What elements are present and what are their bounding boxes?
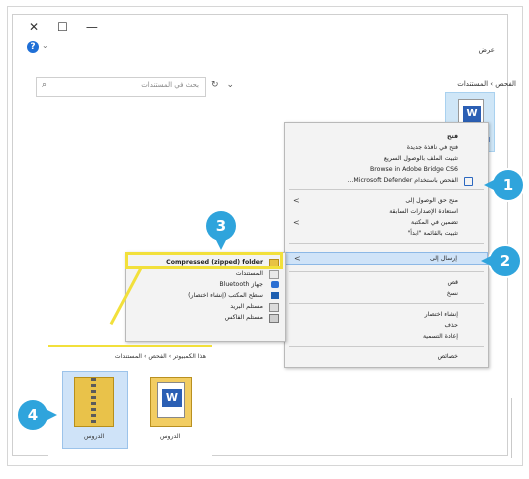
menu-divider (289, 271, 484, 272)
breadcrumb[interactable]: الفحص › المستندات (457, 80, 516, 88)
send-to-fax-recipient[interactable]: مستلم الفاكس (126, 312, 285, 323)
minimize-icon[interactable]: — (86, 19, 98, 35)
ctx-create-shortcut[interactable]: إنشاء اختصار (285, 309, 488, 320)
tab-view[interactable]: عرض (478, 46, 495, 54)
explorer-result-panel: هذا الكمبيوتر › الفحص › المستندات الدروس… (48, 347, 212, 463)
step-badge-4: 4 (18, 400, 57, 430)
search-icon: ⌕ (42, 80, 48, 90)
address-row: ⌕ بحث في المستندات ↻ ⌄ الفحص › المستندات (36, 77, 516, 97)
window-controls: ✕ ☐ — (29, 19, 98, 35)
ctx-open[interactable]: فتح (285, 131, 488, 142)
step-badge-2: 2 (481, 246, 520, 276)
chevron-left-icon: < (293, 218, 300, 227)
shield-icon (464, 177, 473, 186)
word-icon: W (463, 106, 481, 122)
menu-divider (289, 346, 484, 347)
frame-divider (511, 398, 512, 458)
doc-label: الدروس (160, 433, 181, 440)
send-to-bluetooth[interactable]: جهاز Bluetooth (126, 279, 285, 290)
highlight-line (280, 252, 283, 268)
word-icon: W (162, 389, 182, 407)
context-menu: فتح فتح في نافذة جديدة تثبيت الملف بالوص… (284, 122, 489, 368)
zipper (91, 378, 96, 426)
help-icon[interactable]: ? (27, 41, 39, 53)
zip-folder-icon[interactable] (74, 377, 114, 427)
highlight-line (125, 266, 283, 269)
step-badge-3: 3 (206, 211, 236, 250)
maximize-icon[interactable]: ☐ (57, 19, 68, 35)
chevron-left-icon: < (294, 254, 301, 263)
ctx-properties[interactable]: خصائص (285, 351, 488, 362)
ctx-include-library[interactable]: < تضمين في المكتبة (285, 217, 488, 228)
ctx-copy[interactable]: نسخ (285, 288, 488, 299)
mail-icon (269, 303, 279, 312)
fax-icon (269, 314, 279, 323)
bluetooth-icon (271, 281, 279, 288)
send-to-documents[interactable]: المستندات (126, 268, 285, 279)
ctx-delete[interactable]: حذف (285, 320, 488, 331)
ctx-cut[interactable]: قص (285, 277, 488, 288)
dropdown-icon[interactable]: ⌄ (227, 80, 235, 90)
send-to-mail-recipient[interactable]: مستلم البريد (126, 301, 285, 312)
chevron-left-icon: < (293, 196, 300, 205)
chevron-down-icon[interactable]: ⌄ (42, 41, 49, 50)
ctx-restore-versions[interactable]: استعادة الإصدارات السابقة (285, 206, 488, 217)
menu-divider (289, 303, 484, 304)
zip-label: الدروس (84, 433, 105, 440)
breadcrumb[interactable]: هذا الكمبيوتر › الفحص › المستندات (54, 351, 206, 363)
folder-icon[interactable]: W (150, 377, 192, 427)
send-to-desktop[interactable]: سطح المكتب (إنشاء اختصار) (126, 290, 285, 301)
ctx-open-new-window[interactable]: فتح في نافذة جديدة (285, 142, 488, 153)
ctx-rename[interactable]: إعادة التسمية (285, 331, 488, 342)
ctx-send-to[interactable]: < إرسال إلى (285, 252, 488, 265)
step-badge-1: 1 (484, 170, 523, 200)
ctx-defender-scan[interactable]: الفحص باستخدام Microsoft Defender... (285, 175, 488, 186)
ctx-pin-start[interactable]: تثبيت بالقائمة "ابدأ" (285, 228, 488, 239)
address-buttons: ↻ ⌄ (211, 80, 234, 90)
desktop-icon (271, 292, 279, 299)
ctx-adobe-bridge[interactable]: Browse in Adobe Bridge CS6 (285, 164, 488, 175)
menu-divider (289, 243, 484, 244)
close-icon[interactable]: ✕ (29, 19, 39, 35)
documents-icon (269, 270, 279, 279)
ctx-pin-quick-access[interactable]: تثبيت الملف بالوصول السريع (285, 153, 488, 164)
ctx-give-access[interactable]: < منح حق الوصول إلى (285, 195, 488, 206)
refresh-icon[interactable]: ↻ (211, 80, 219, 90)
highlight-line (125, 252, 283, 255)
search-placeholder: بحث في المستندات (141, 81, 199, 89)
search-input[interactable]: ⌕ بحث في المستندات (36, 77, 206, 97)
menu-divider (289, 189, 484, 190)
